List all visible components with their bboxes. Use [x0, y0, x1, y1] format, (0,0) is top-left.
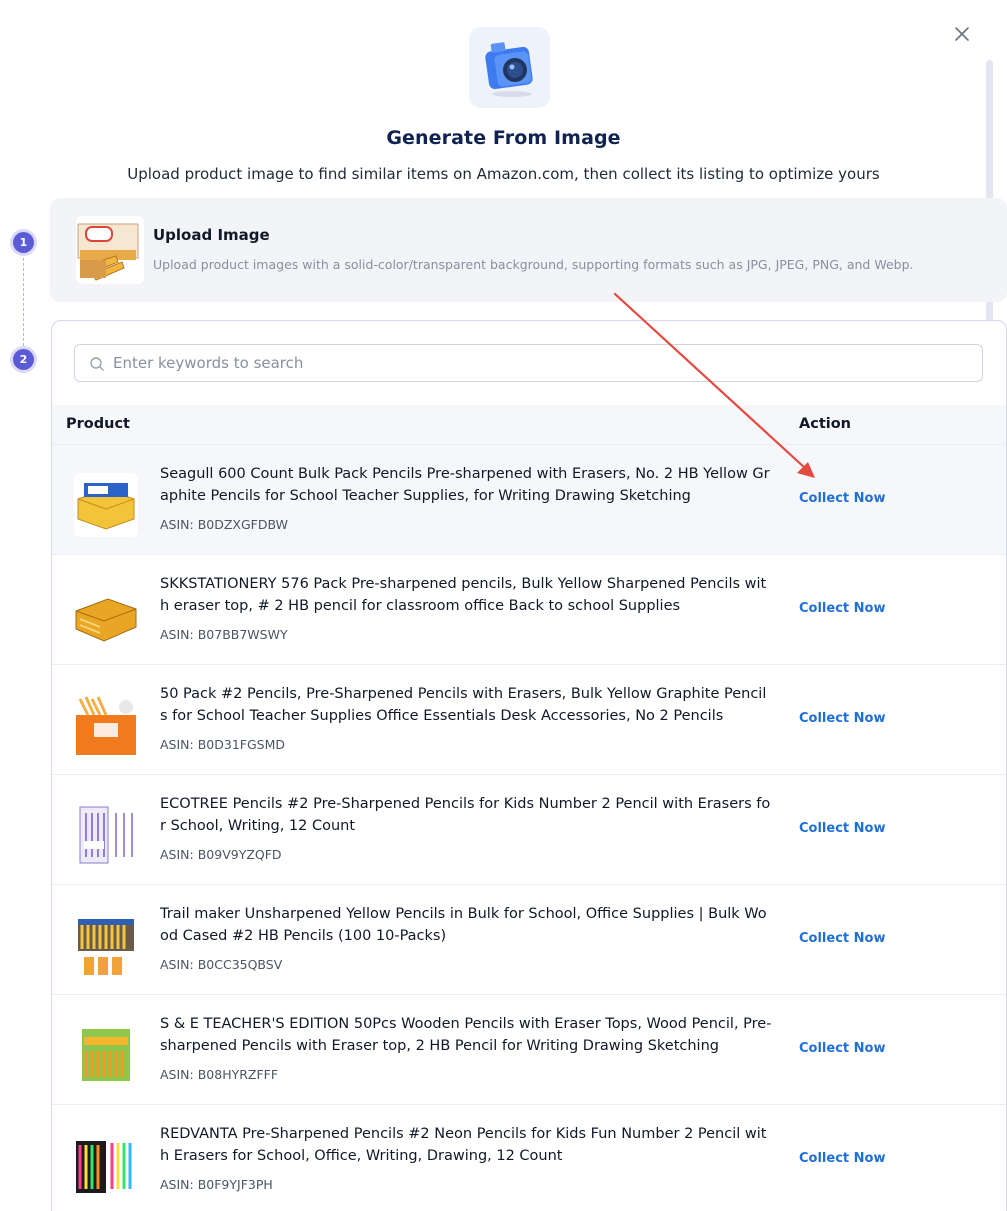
collect-now-button[interactable]: Collect Now [799, 931, 885, 946]
page-title: Generate From Image [386, 127, 621, 149]
product-title: Trail maker Unsharpened Yellow Pencils i… [160, 906, 767, 944]
product-title: SKKSTATIONERY 576 Pack Pre-sharpened pen… [160, 576, 767, 614]
product-thumbnail[interactable] [74, 473, 138, 537]
product-thumbnail[interactable] [74, 803, 138, 867]
column-header-action: Action [799, 416, 852, 432]
product-title: 50 Pack #2 Pencils, Pre-Sharpened Pencil… [160, 686, 767, 724]
search-box[interactable] [74, 344, 983, 382]
close-button[interactable] [950, 22, 974, 46]
page-subtitle: Upload product image to find similar ite… [127, 165, 880, 183]
product-asin: ASIN: B0CC35QBSV [160, 957, 283, 972]
product-thumbnail[interactable] [74, 583, 138, 647]
upload-description: Upload product images with a solid-color… [153, 257, 914, 272]
camera-icon [469, 27, 550, 108]
product-asin: ASIN: B0D31FGSMD [160, 737, 285, 752]
results-panel: Product Action Seagull 600 Count Bulk Pa… [51, 320, 1007, 1211]
product-asin: ASIN: B07BB7WSWY [160, 627, 288, 642]
column-header-product: Product [66, 416, 130, 432]
product-asin: ASIN: B0DZXGFDBW [160, 517, 288, 532]
collect-now-button[interactable]: Collect Now [799, 711, 885, 726]
product-title: Seagull 600 Count Bulk Pack Pencils Pre-… [160, 466, 770, 504]
product-thumbnail[interactable] [74, 693, 138, 757]
product-asin: ASIN: B08HYRZFFF [160, 1067, 279, 1082]
product-title: REDVANTA Pre-Sharpened Pencils #2 Neon P… [160, 1126, 767, 1164]
product-thumbnail[interactable] [74, 1023, 138, 1087]
table-header: Product Action [52, 405, 1006, 445]
upload-title: Upload Image [153, 226, 270, 244]
search-icon [90, 357, 104, 371]
collect-now-button[interactable]: Collect Now [799, 1041, 885, 1056]
upload-card[interactable]: Upload Image Upload product images with … [50, 198, 1007, 302]
collect-now-button[interactable]: Collect Now [799, 491, 885, 506]
collect-now-button[interactable]: Collect Now [799, 601, 885, 616]
product-title: ECOTREE Pencils #2 Pre-Sharpened Pencils… [160, 796, 771, 834]
product-asin: ASIN: B09V9YZQFD [160, 847, 282, 862]
table-row[interactable]: SKKSTATIONERY 576 Pack Pre-sharpened pen… [52, 555, 1006, 665]
product-thumbnail[interactable] [74, 1133, 138, 1197]
search-input[interactable] [113, 345, 973, 381]
table-row[interactable]: Trail maker Unsharpened Yellow Pencils i… [52, 885, 1006, 995]
product-asin: ASIN: B0F9YJF3PH [160, 1177, 273, 1192]
collect-now-button[interactable]: Collect Now [799, 821, 885, 836]
table-row[interactable]: ECOTREE Pencils #2 Pre-Sharpened Pencils… [52, 775, 1006, 885]
table-row[interactable]: Seagull 600 Count Bulk Pack Pencils Pre-… [52, 445, 1006, 555]
close-icon [955, 27, 969, 41]
collect-now-button[interactable]: Collect Now [799, 1151, 885, 1166]
table-row[interactable]: REDVANTA Pre-Sharpened Pencils #2 Neon P… [52, 1105, 1006, 1211]
table-row[interactable]: S & E TEACHER'S EDITION 50Pcs Wooden Pen… [52, 995, 1006, 1105]
uploaded-image-thumbnail[interactable] [76, 216, 144, 284]
table-row[interactable]: 50 Pack #2 Pencils, Pre-Sharpened Pencil… [52, 665, 1006, 775]
step-1-badge: 1 [13, 232, 34, 253]
product-title: S & E TEACHER'S EDITION 50Pcs Wooden Pen… [160, 1016, 772, 1054]
steps-connector [23, 253, 24, 351]
step-2-badge: 2 [13, 349, 34, 370]
product-thumbnail[interactable] [74, 913, 138, 977]
